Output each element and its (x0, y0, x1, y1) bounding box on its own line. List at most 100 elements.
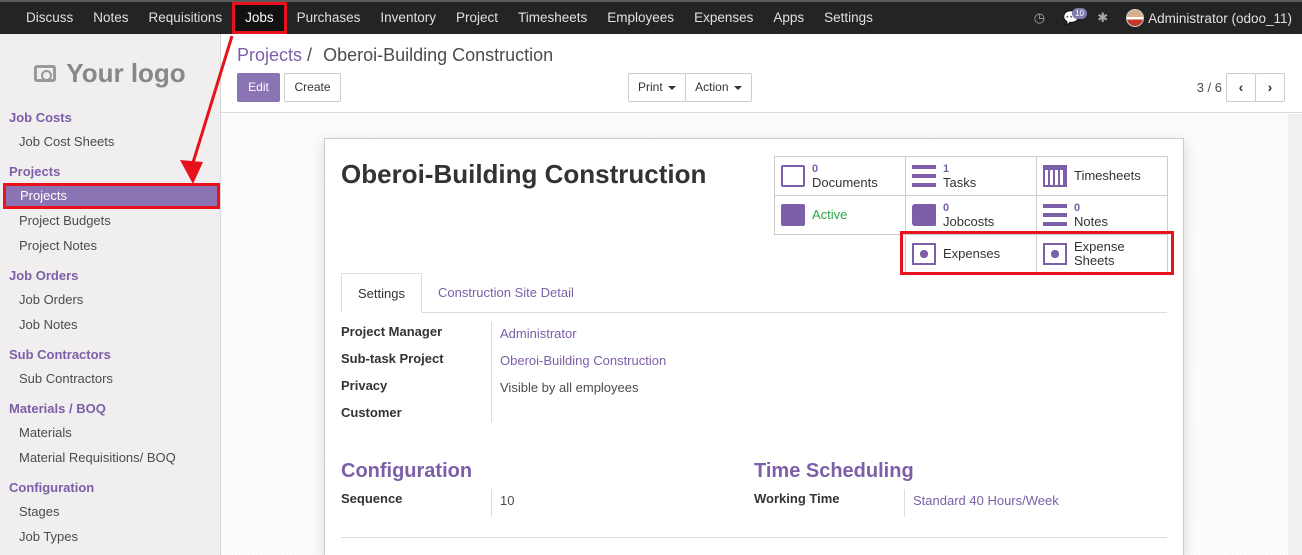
notebook-tabs: Settings Construction Site Detail (341, 273, 1167, 313)
working-time-value[interactable]: Standard 40 Hours/Week (913, 493, 1059, 508)
active-toggle-button[interactable]: Active (774, 195, 906, 235)
field-divider (491, 322, 492, 422)
tab-construction-site-detail[interactable]: Construction Site Detail (422, 273, 590, 313)
tasks-icon (912, 165, 936, 187)
documents-icon (781, 165, 805, 187)
project-manager-value[interactable]: Administrator (500, 326, 577, 341)
button-box: 0 Documents 1 Tasks Timesheets Active 0 Job… (774, 156, 1174, 275)
sidebar-item-stages[interactable]: Stages (19, 504, 59, 519)
menu-project[interactable]: Project (446, 2, 508, 34)
messages-icon[interactable]: 💬 10 (1063, 8, 1087, 26)
sidebar-item-project-budgets[interactable]: Project Budgets (19, 213, 111, 228)
sidebar-section-sub-contractors: Sub Contractors (9, 347, 111, 362)
pager-previous-button[interactable]: ‹ (1226, 73, 1256, 102)
tasks-count: 1 (943, 163, 950, 175)
sidebar-section-materials: Materials / BOQ (9, 401, 106, 416)
main-menu: Discuss Notes Requisitions Jobs Purchase… (0, 2, 883, 34)
user-menu[interactable]: Administrator (odoo_11) (1126, 9, 1292, 27)
sidebar-section-configuration: Configuration (9, 480, 95, 495)
breadcrumb-current: Oberoi-Building Construction (323, 45, 554, 65)
sidebar-item-job-orders[interactable]: Job Orders (19, 292, 83, 307)
working-time-label: Working Time (754, 491, 840, 506)
sidebar-item-job-notes[interactable]: Job Notes (19, 317, 78, 332)
scrollbar[interactable] (1288, 114, 1302, 555)
notes-count: 0 (1074, 202, 1081, 214)
form-sheet: Oberoi-Building Construction 0 Documents … (324, 138, 1184, 555)
systray: ◷ 💬 10 ✱ Administrator (odoo_11) (1034, 2, 1302, 34)
privacy-label: Privacy (341, 378, 388, 393)
menu-jobs[interactable]: Jobs (232, 2, 287, 34)
subtask-project-value[interactable]: Oberoi-Building Construction (500, 353, 666, 368)
field-divider (904, 489, 905, 517)
sidebar-item-job-types[interactable]: Job Types (19, 529, 78, 544)
top-navbar: Discuss Notes Requisitions Jobs Purchase… (0, 0, 1302, 34)
sequence-label: Sequence (341, 491, 403, 506)
notes-label: Notes (1074, 214, 1108, 229)
sidebar-item-material-requisitions[interactable]: Material Requisitions/ BOQ (19, 450, 176, 465)
configuration-heading: Configuration (341, 460, 473, 482)
jobcosts-button[interactable]: 0 Jobcosts (905, 195, 1037, 235)
action-label: Action (695, 80, 729, 94)
pager-value: 3 / 6 (1196, 80, 1222, 95)
sidebar-item-job-cost-sheets[interactable]: Job Cost Sheets (19, 134, 114, 149)
sidebar-item-project-notes[interactable]: Project Notes (19, 238, 97, 253)
edit-button[interactable]: Edit (237, 73, 280, 102)
privacy-value[interactable]: Visible by all employees (500, 380, 639, 395)
menu-expenses[interactable]: Expenses (684, 2, 763, 34)
project-title: Oberoi-Building Construction (341, 159, 707, 189)
pager-next-button[interactable]: › (1255, 73, 1285, 102)
timesheets-button[interactable]: Timesheets (1036, 156, 1168, 196)
camera-icon (34, 64, 57, 82)
create-button[interactable]: Create (284, 73, 341, 102)
sidebar-section-job-costs: Job Costs (9, 110, 72, 125)
message-count-badge: 10 (1072, 8, 1087, 19)
menu-apps[interactable]: Apps (763, 2, 814, 34)
breadcrumb-projects[interactable]: Projects (237, 45, 302, 65)
notes-button[interactable]: 0 Notes (1036, 195, 1168, 235)
menu-employees[interactable]: Employees (597, 2, 684, 34)
section-separator (341, 537, 1167, 538)
highlight-frame (900, 231, 1174, 275)
print-button[interactable]: Print (628, 73, 686, 102)
user-name: Administrator (odoo_11) (1148, 10, 1292, 26)
menu-timesheets[interactable]: Timesheets (508, 2, 597, 34)
menu-requisitions[interactable]: Requisitions (139, 2, 233, 34)
control-panel: Projects / Oberoi-Building Construction … (221, 34, 1302, 113)
avatar (1126, 9, 1145, 27)
clock-icon[interactable]: ◷ (1034, 10, 1045, 26)
breadcrumb-separator: / (307, 45, 313, 65)
menu-inventory[interactable]: Inventory (370, 2, 446, 34)
company-logo[interactable]: Your logo (24, 52, 196, 94)
bug-icon[interactable]: ✱ (1097, 10, 1108, 26)
form-view: Oberoi-Building Construction 0 Documents … (221, 114, 1302, 555)
customer-label: Customer (341, 405, 402, 420)
timesheets-label: Timesheets (1074, 168, 1141, 183)
calendar-icon (1043, 165, 1067, 187)
menu-notes[interactable]: Notes (83, 2, 138, 34)
caret-down-icon (733, 85, 742, 90)
tab-settings[interactable]: Settings (341, 273, 422, 313)
sidebar: Your logo Job Costs Job Cost Sheets Proj… (0, 34, 221, 555)
tasks-button[interactable]: 1 Tasks (905, 156, 1037, 196)
documents-button[interactable]: 0 Documents (774, 156, 906, 196)
time-scheduling-heading: Time Scheduling (754, 460, 914, 482)
sidebar-item-projects[interactable]: Projects (3, 183, 220, 209)
field-divider (491, 489, 492, 517)
menu-settings[interactable]: Settings (814, 2, 883, 34)
documents-count: 0 (812, 163, 819, 175)
print-label: Print (637, 80, 663, 94)
menu-discuss[interactable]: Discuss (0, 2, 83, 34)
sidebar-section-job-orders: Job Orders (9, 268, 79, 283)
logo-text: Your logo (66, 57, 186, 88)
sidebar-item-materials[interactable]: Materials (19, 425, 72, 440)
menu-purchases[interactable]: Purchases (287, 2, 371, 34)
notes-icon (1043, 204, 1067, 226)
sidebar-item-sub-contractors[interactable]: Sub Contractors (19, 371, 113, 386)
sequence-value[interactable]: 10 (500, 493, 514, 508)
breadcrumb: Projects / Oberoi-Building Construction (237, 45, 553, 66)
jobcosts-label: Jobcosts (943, 214, 995, 229)
jobcosts-count: 0 (943, 202, 950, 214)
subtask-project-label: Sub-task Project (341, 351, 444, 366)
action-button[interactable]: Action (685, 73, 752, 102)
active-label: Active (812, 207, 848, 222)
